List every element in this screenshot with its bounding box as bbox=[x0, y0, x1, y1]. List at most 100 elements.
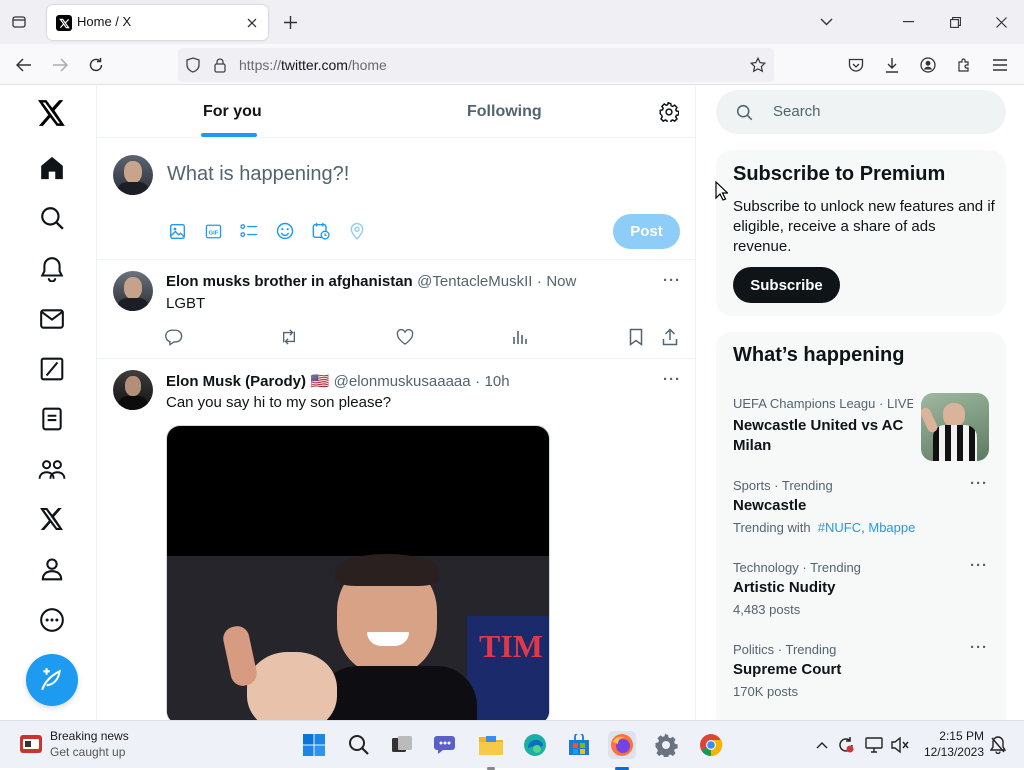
downloads-icon[interactable] bbox=[882, 55, 902, 75]
settings-gear-icon[interactable] bbox=[652, 731, 680, 759]
schedule-icon[interactable] bbox=[311, 221, 331, 241]
trend-item[interactable]: Technology · Trending ··· Artistic Nudit… bbox=[716, 551, 1006, 631]
back-icon[interactable] bbox=[14, 55, 34, 75]
edge-browser-icon[interactable] bbox=[521, 731, 549, 759]
poll-icon[interactable] bbox=[239, 221, 259, 241]
messages-envelope-icon[interactable] bbox=[37, 304, 67, 334]
microsoft-store-icon[interactable] bbox=[565, 731, 593, 759]
tab-following-label: Following bbox=[467, 103, 542, 120]
account-icon[interactable] bbox=[918, 55, 938, 75]
reply-icon[interactable] bbox=[164, 327, 184, 347]
location-icon[interactable] bbox=[347, 221, 367, 241]
task-view-icon[interactable] bbox=[388, 731, 416, 759]
clock-time: 2:15 PM bbox=[939, 729, 984, 743]
reload-icon[interactable] bbox=[86, 55, 106, 75]
post-avatar[interactable] bbox=[113, 370, 153, 410]
repost-icon[interactable] bbox=[279, 327, 299, 347]
post-text: LGBT bbox=[166, 295, 206, 312]
lists-icon[interactable] bbox=[37, 404, 67, 434]
volume-muted-icon[interactable] bbox=[890, 735, 910, 755]
user-avatar[interactable] bbox=[113, 155, 153, 195]
sync-alert-icon[interactable] bbox=[836, 735, 856, 755]
clock-date: 12/13/2023 bbox=[923, 745, 984, 759]
author-name[interactable]: Elon musks brother in afghanistan bbox=[166, 273, 413, 290]
tab-following[interactable]: Following bbox=[362, 85, 642, 138]
tab-for-you[interactable]: For you bbox=[97, 85, 362, 138]
tab-list-icon[interactable] bbox=[8, 11, 30, 33]
list-all-tabs-icon[interactable] bbox=[816, 12, 836, 32]
trend-more-icon[interactable]: ··· bbox=[970, 557, 988, 574]
minimize-icon[interactable] bbox=[898, 12, 918, 32]
subscribe-button[interactable]: Subscribe bbox=[733, 267, 840, 303]
search-box[interactable]: Search bbox=[716, 90, 1006, 134]
close-window-icon[interactable] bbox=[991, 12, 1011, 32]
composer-input[interactable]: What is happening?! bbox=[167, 163, 349, 186]
show-hidden-icons-chevron-icon[interactable] bbox=[814, 737, 830, 753]
extensions-icon[interactable] bbox=[954, 55, 974, 75]
premium-x-icon[interactable] bbox=[37, 504, 67, 534]
address-bar[interactable]: https://twitter.com/home bbox=[178, 48, 774, 82]
trend-item[interactable]: Politics · Trending ··· Supreme Court 17… bbox=[716, 633, 1006, 713]
main-feed: For you Following What is happening?! GI… bbox=[96, 85, 696, 720]
url-text[interactable]: https://twitter.com/home bbox=[239, 57, 387, 73]
trend-more-icon[interactable]: ··· bbox=[970, 475, 988, 492]
teams-chat-icon[interactable] bbox=[432, 731, 460, 759]
share-icon[interactable] bbox=[660, 327, 680, 347]
file-explorer-icon[interactable] bbox=[477, 731, 505, 770]
trend-item[interactable]: Sports · Trending ··· Newcastle Trending… bbox=[716, 469, 1006, 549]
gif-icon[interactable]: GIF bbox=[203, 221, 223, 241]
news-widget[interactable]: Breaking news Get caught up bbox=[12, 727, 152, 763]
home-icon[interactable] bbox=[37, 153, 67, 183]
media-icon[interactable] bbox=[167, 221, 187, 241]
trend-post-count: 4,483 posts bbox=[733, 602, 801, 617]
bookmark-icon[interactable] bbox=[626, 327, 646, 347]
display-icon[interactable] bbox=[864, 735, 884, 755]
trend-keyword-link[interactable]: Mbappe bbox=[868, 520, 915, 535]
communities-icon[interactable] bbox=[37, 454, 67, 484]
x-logo-icon[interactable] bbox=[35, 96, 69, 130]
more-circle-icon[interactable] bbox=[37, 605, 67, 635]
close-tab-icon[interactable] bbox=[243, 14, 261, 32]
post[interactable]: Elon Musk (Parody) 🇺🇸 @elonmuskusaaaaa ·… bbox=[97, 359, 695, 720]
shield-icon[interactable] bbox=[184, 56, 202, 74]
profile-icon[interactable] bbox=[37, 554, 67, 584]
post-button[interactable]: Post bbox=[613, 214, 680, 249]
taskbar-search-icon[interactable] bbox=[345, 731, 373, 759]
trend-item-event[interactable]: UEFA Champions Leagu · LIVE Newcastle Un… bbox=[716, 387, 1006, 467]
chrome-icon[interactable] bbox=[697, 731, 725, 759]
compose-post-button[interactable] bbox=[26, 654, 78, 706]
browser-tab[interactable]: Home / X bbox=[47, 5, 268, 40]
author-name[interactable]: Elon Musk (Parody) bbox=[166, 373, 306, 390]
bookmark-star-icon[interactable] bbox=[749, 56, 767, 74]
trend-more-icon[interactable]: ··· bbox=[970, 639, 988, 656]
feed-settings-gear-icon[interactable] bbox=[658, 101, 680, 123]
like-heart-icon[interactable] bbox=[395, 327, 415, 347]
restore-icon[interactable] bbox=[945, 12, 965, 32]
menu-icon[interactable] bbox=[990, 55, 1010, 75]
post-more-icon[interactable]: ··· bbox=[663, 272, 681, 289]
explore-search-icon[interactable] bbox=[37, 203, 67, 233]
author-handle[interactable]: @TentacleMuskII bbox=[417, 273, 532, 290]
new-tab-icon[interactable] bbox=[280, 12, 300, 32]
notification-center-icon[interactable] bbox=[988, 735, 1008, 755]
views-chart-icon[interactable] bbox=[510, 327, 530, 347]
clock[interactable]: 2:15 PM 12/13/2023 bbox=[918, 729, 984, 759]
post-time[interactable]: Now bbox=[546, 273, 576, 290]
grok-icon[interactable] bbox=[37, 354, 67, 384]
firefox-icon[interactable] bbox=[608, 731, 636, 770]
trend-hashtag-link[interactable]: #NUFC bbox=[818, 520, 861, 535]
forward-icon[interactable] bbox=[50, 55, 70, 75]
lock-icon[interactable] bbox=[211, 56, 229, 74]
search-input[interactable]: Search bbox=[773, 103, 821, 120]
post-avatar[interactable] bbox=[113, 271, 153, 311]
post[interactable]: Elon musks brother in afghanistan @Tenta… bbox=[97, 260, 695, 359]
start-windows-icon[interactable] bbox=[300, 731, 328, 759]
emoji-icon[interactable] bbox=[275, 221, 295, 241]
post-time[interactable]: 10h bbox=[485, 373, 510, 390]
post-media-image[interactable]: TIM P bbox=[166, 425, 550, 720]
post-more-icon[interactable]: ··· bbox=[663, 371, 681, 388]
feed-header: For you Following bbox=[97, 85, 695, 138]
pocket-icon[interactable] bbox=[846, 55, 866, 75]
author-handle[interactable]: @elonmuskusaaaaa bbox=[334, 373, 471, 390]
notifications-bell-icon[interactable] bbox=[37, 254, 67, 284]
